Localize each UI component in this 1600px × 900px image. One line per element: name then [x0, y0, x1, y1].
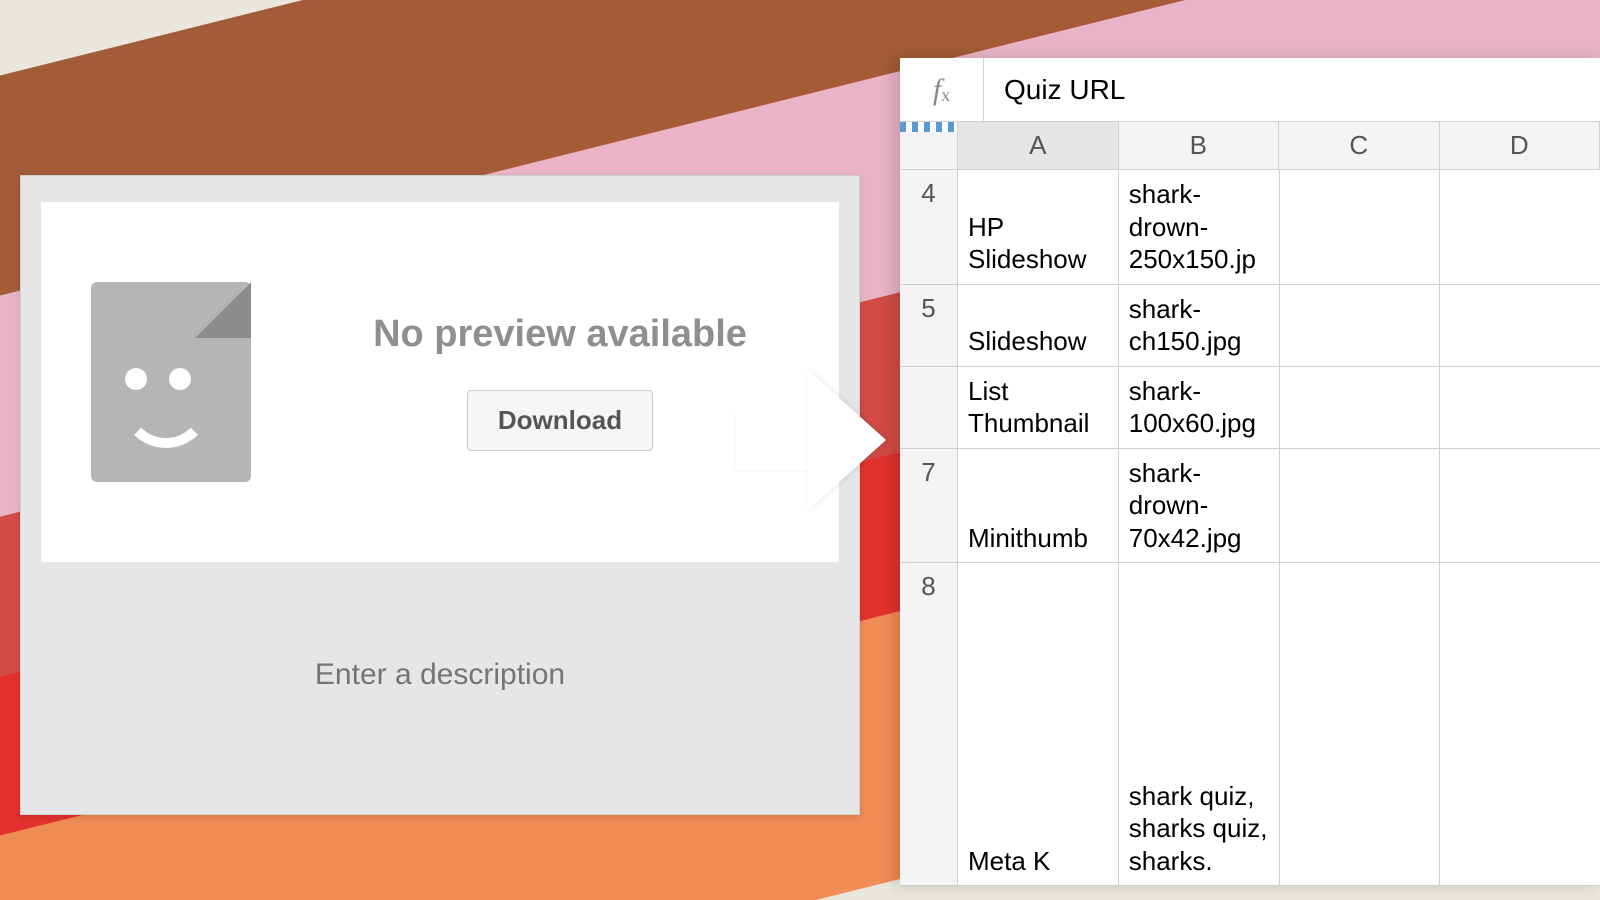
formula-bar: fx	[900, 58, 1600, 122]
cell[interactable]: HP Slideshow	[958, 170, 1119, 284]
table-row: 8 Meta K shark quiz, sharks quiz, sharks…	[900, 563, 1600, 886]
cell[interactable]	[1280, 449, 1441, 563]
row-header[interactable]: 8	[900, 563, 958, 885]
cell[interactable]: shark-drown-70x42.jpg	[1119, 449, 1280, 563]
arrow-icon	[808, 370, 886, 510]
row-header[interactable]	[900, 367, 958, 448]
cell[interactable]	[1440, 367, 1600, 448]
column-header-a[interactable]: A	[958, 122, 1119, 169]
cell[interactable]	[1280, 285, 1441, 366]
cell[interactable]: Slideshow	[958, 285, 1119, 366]
cell[interactable]	[1280, 170, 1441, 284]
spreadsheet-grid: 4 HP Slideshow shark-drown-250x150.jp 5 …	[900, 170, 1600, 886]
column-header-b[interactable]: B	[1119, 122, 1280, 169]
cell[interactable]: shark-ch150.jpg	[1119, 285, 1280, 366]
table-row: 5 Slideshow shark-ch150.jpg	[900, 285, 1600, 367]
cell[interactable]	[1440, 170, 1600, 284]
select-all-corner[interactable]	[900, 122, 958, 169]
column-header-d[interactable]: D	[1440, 122, 1600, 169]
cell[interactable]: Minithumb	[958, 449, 1119, 563]
cell[interactable]: List Thumbnail	[958, 367, 1119, 448]
spreadsheet-panel: fx A B C D 4 HP Slideshow shark-drown-25…	[900, 58, 1600, 886]
row-header[interactable]: 5	[900, 285, 958, 366]
table-row: List Thumbnail shark-100x60.jpg	[900, 367, 1600, 449]
cell[interactable]: shark quiz, sharks quiz, sharks.	[1119, 563, 1280, 885]
cell[interactable]: Meta K	[958, 563, 1119, 885]
cell[interactable]	[1280, 563, 1441, 885]
row-header[interactable]: 4	[900, 170, 958, 284]
no-preview-label: No preview available	[373, 313, 747, 356]
formula-input[interactable]	[984, 58, 1600, 121]
table-row: 7 Minithumb shark-drown-70x42.jpg	[900, 449, 1600, 564]
cell[interactable]	[1280, 367, 1441, 448]
cell[interactable]	[1440, 449, 1600, 563]
fx-icon: fx	[900, 58, 984, 121]
description-input[interactable]	[41, 658, 839, 692]
file-preview-card: No preview available Download	[20, 175, 860, 815]
row-header[interactable]: 7	[900, 449, 958, 563]
cell[interactable]: shark-drown-250x150.jp	[1119, 170, 1280, 284]
cell[interactable]: shark-100x60.jpg	[1119, 367, 1280, 448]
cell[interactable]	[1440, 285, 1600, 366]
table-row: 4 HP Slideshow shark-drown-250x150.jp	[900, 170, 1600, 285]
file-icon	[71, 267, 271, 497]
preview-body: No preview available Download	[41, 202, 839, 562]
column-header-c[interactable]: C	[1279, 122, 1440, 169]
column-headers: A B C D	[900, 122, 1600, 170]
download-button[interactable]: Download	[467, 390, 653, 451]
cell[interactable]	[1440, 563, 1600, 885]
